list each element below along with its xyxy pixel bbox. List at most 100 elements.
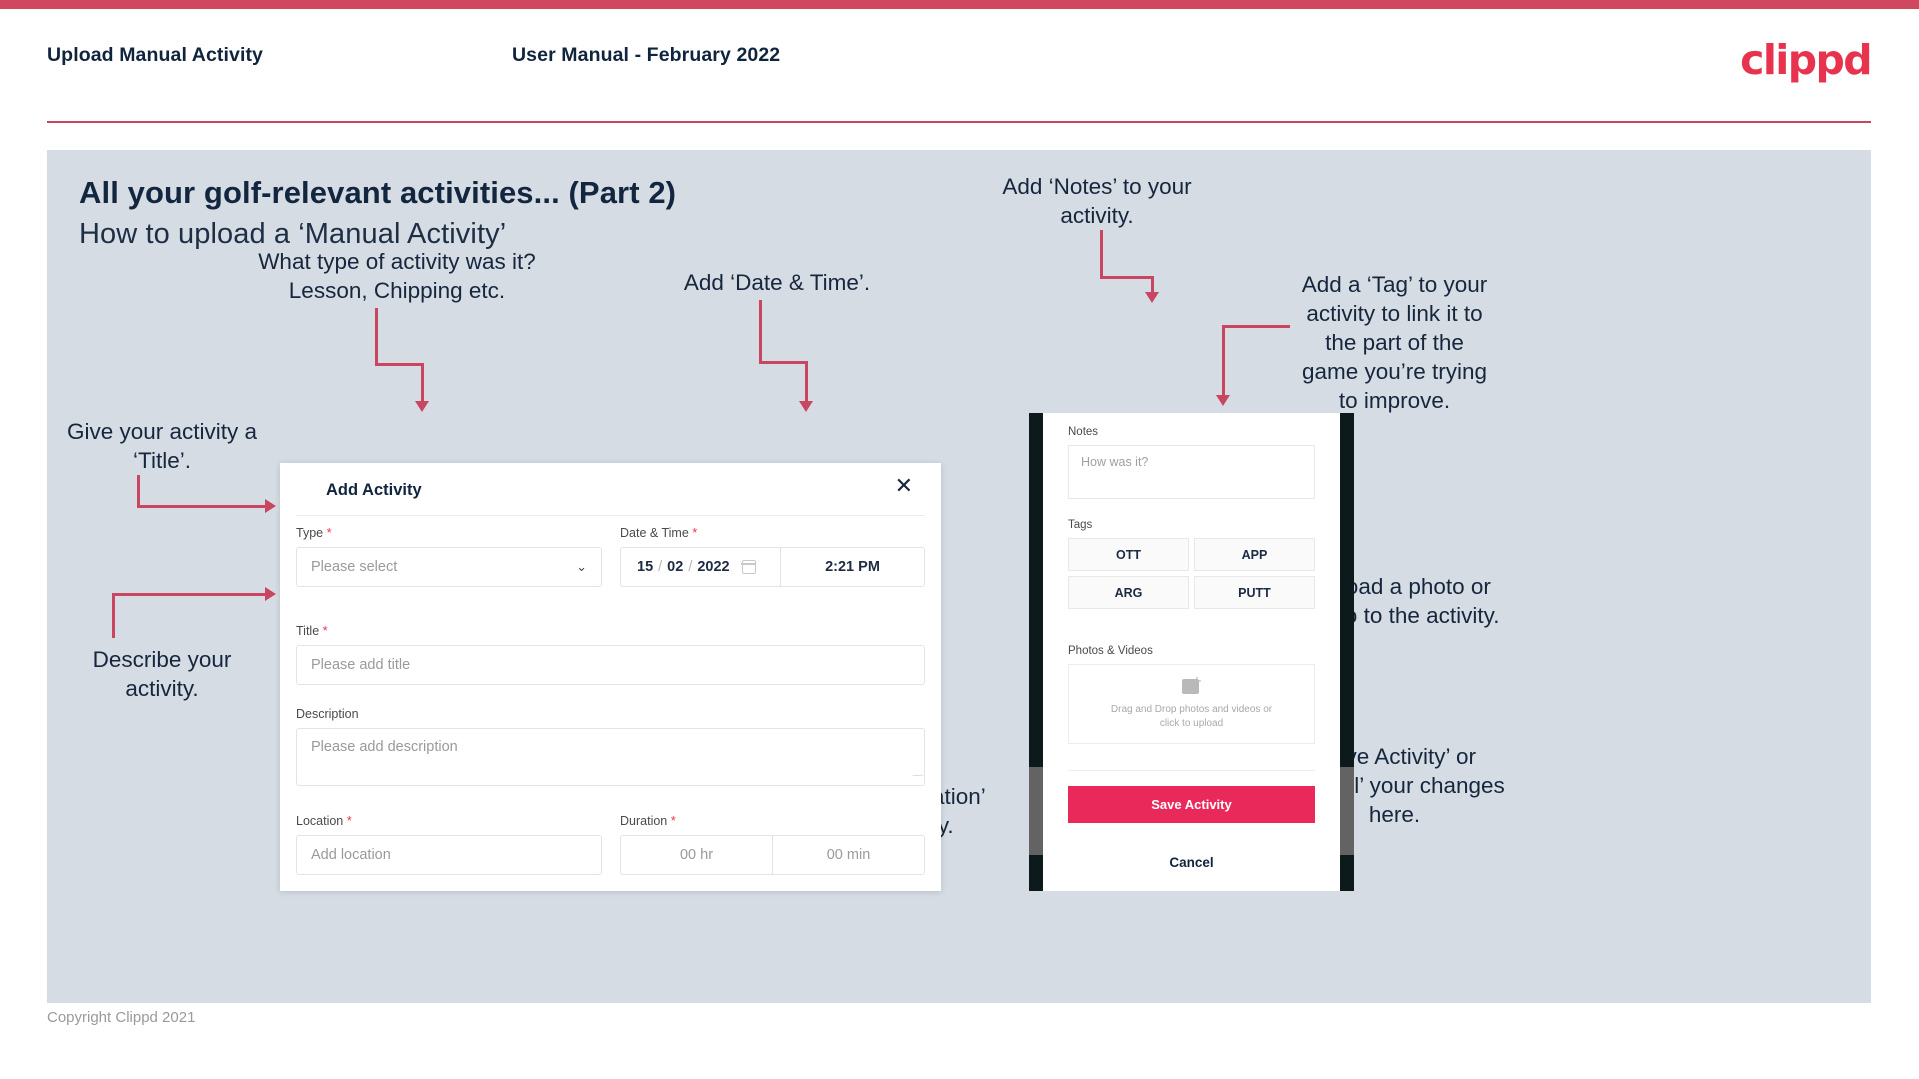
dialog-title: Add Activity <box>326 481 422 499</box>
connector-notes-arrow <box>1145 292 1159 303</box>
connector-dt-v2 <box>805 361 808 403</box>
field-datetime: Date & Time * 15 / 02 / 2022 2:21 PM <box>620 525 925 587</box>
chevron-down-icon: ⌄ <box>576 559 587 575</box>
header-divider <box>47 121 1871 123</box>
field-type: Type * Please select ⌄ <box>296 525 602 587</box>
field-duration-label-text: Duration <box>620 814 668 828</box>
phone-photos-section: Photos & Videos ✛ Drag and Drop photos a… <box>1068 645 1315 744</box>
phone-mockup: Notes How was it? Tags OTT APP ARG PUTT <box>1029 413 1354 891</box>
location-input[interactable]: Add location <box>296 835 602 875</box>
notes-textarea[interactable]: How was it? <box>1068 445 1315 499</box>
annotation-title: Give your activity a ‘Title’. <box>66 419 258 473</box>
tag-putt[interactable]: PUTT <box>1194 576 1315 609</box>
connector-type-v2 <box>421 363 424 403</box>
phone-bezel-left-segment <box>1029 767 1043 855</box>
dropzone-text: Drag and Drop photos and videos or click… <box>1110 704 1273 729</box>
connector-notes-v1 <box>1100 230 1103 278</box>
slide-page: Upload Manual Activity User Manual - Feb… <box>0 0 1919 1079</box>
photos-label: Photos & Videos <box>1068 645 1153 657</box>
type-select-placeholder: Please select <box>311 559 398 575</box>
photo-dropzone[interactable]: ✛ Drag and Drop photos and videos or cli… <box>1068 664 1315 744</box>
field-title-required: * <box>322 623 328 638</box>
notes-placeholder: How was it? <box>1081 455 1149 469</box>
time-input[interactable]: 2:21 PM <box>780 548 924 586</box>
dialog-header: Add Activity ✕ <box>280 463 941 515</box>
field-location-label: Location * <box>296 813 602 828</box>
header-title: Upload Manual Activity <box>47 44 264 66</box>
save-activity-button[interactable]: Save Activity <box>1068 786 1315 823</box>
description-placeholder: Please add description <box>311 739 458 755</box>
tag-arg[interactable]: ARG <box>1068 576 1189 609</box>
phone-divider <box>1068 770 1315 771</box>
add-activity-dialog: Add Activity ✕ Type * Please select ⌄ Da… <box>280 463 941 891</box>
footer-copyright: Copyright Clippd 2021 <box>47 1009 196 1026</box>
cancel-button[interactable]: Cancel <box>1068 855 1315 870</box>
connector-title-v <box>137 475 140 507</box>
notes-label: Notes <box>1068 426 1099 438</box>
date-sep-1: / <box>658 559 663 575</box>
date-year: 2022 <box>697 559 730 575</box>
datetime-group: 15 / 02 / 2022 2:21 PM <box>620 547 925 587</box>
connector-dt-h <box>759 361 807 364</box>
tags-grid: OTT APP ARG PUTT <box>1068 538 1315 609</box>
field-description: Description Please add description ⟋ <box>296 707 925 786</box>
date-sep-2: / <box>688 559 693 575</box>
connector-notes-h <box>1100 276 1153 279</box>
field-description-label-text: Description <box>296 707 359 721</box>
title-input-placeholder: Please add title <box>311 657 411 673</box>
annotation-datetime: Add ‘Date & Time’. <box>683 270 871 295</box>
tag-ott[interactable]: OTT <box>1068 538 1189 571</box>
field-title: Title * Please add title <box>296 623 925 685</box>
field-title-label-text: Title <box>296 624 320 638</box>
field-duration-required: * <box>670 813 676 828</box>
connector-title-h <box>137 505 267 508</box>
field-description-label: Description <box>296 707 925 721</box>
description-textarea[interactable]: Please add description ⟋ <box>296 728 925 786</box>
field-type-label: Type * <box>296 525 602 540</box>
phone-tags-section: Tags OTT APP ARG PUTT <box>1068 519 1315 609</box>
date-input[interactable]: 15 / 02 / 2022 <box>621 548 780 586</box>
date-month: 02 <box>667 559 684 575</box>
phone-screen: Notes How was it? Tags OTT APP ARG PUTT <box>1043 413 1340 891</box>
date-day: 15 <box>637 559 654 575</box>
duration-hours-input[interactable]: 00 hr <box>621 836 772 874</box>
field-location-label-text: Location <box>296 814 344 828</box>
slide-canvas: All your golf-relevant activities... (Pa… <box>47 150 1871 1003</box>
resize-grip-icon[interactable]: ⟋ <box>910 769 925 784</box>
duration-minutes-input[interactable]: 00 min <box>772 836 924 874</box>
field-duration-label: Duration * <box>620 813 925 828</box>
field-type-required: * <box>326 525 332 540</box>
top-accent-stripe <box>0 0 1919 9</box>
image-upload-icon: ✛ <box>1181 676 1202 694</box>
field-datetime-label-text: Date & Time <box>620 526 689 540</box>
connector-desc-h <box>112 593 267 596</box>
annotation-notes: Add ‘Notes’ to your activity. <box>1002 174 1192 228</box>
connector-tags-arrow <box>1216 395 1230 406</box>
connector-type-h <box>375 363 423 366</box>
header-subtitle: User Manual - February 2022 <box>512 44 781 66</box>
title-input[interactable]: Please add title <box>296 645 925 685</box>
field-datetime-label: Date & Time * <box>620 525 925 540</box>
connector-tags-h1 <box>1222 325 1290 328</box>
dialog-divider <box>296 515 925 516</box>
tags-label: Tags <box>1068 519 1093 531</box>
slide-title: All your golf-relevant activities... (Pa… <box>79 175 677 210</box>
type-select[interactable]: Please select ⌄ <box>296 547 602 587</box>
location-placeholder: Add location <box>311 847 391 863</box>
field-location: Location * Add location <box>296 813 602 875</box>
phone-notes-section: Notes How was it? <box>1068 426 1315 499</box>
duration-group: 00 hr 00 min <box>620 835 925 875</box>
connector-title-arrow <box>265 499 276 513</box>
phone-bezel-right <box>1340 413 1354 891</box>
field-duration: Duration * 00 hr 00 min <box>620 813 925 875</box>
connector-dt-v1 <box>759 300 762 363</box>
connector-desc-v <box>112 593 115 638</box>
connector-desc-arrow <box>265 587 276 601</box>
calendar-icon[interactable] <box>741 560 757 574</box>
close-icon[interactable]: ✕ <box>895 476 913 498</box>
clippd-logo: clippd <box>1740 36 1872 84</box>
connector-dt-arrow <box>799 401 813 412</box>
field-datetime-required: * <box>692 525 698 540</box>
field-title-label: Title * <box>296 623 925 638</box>
tag-app[interactable]: APP <box>1194 538 1315 571</box>
